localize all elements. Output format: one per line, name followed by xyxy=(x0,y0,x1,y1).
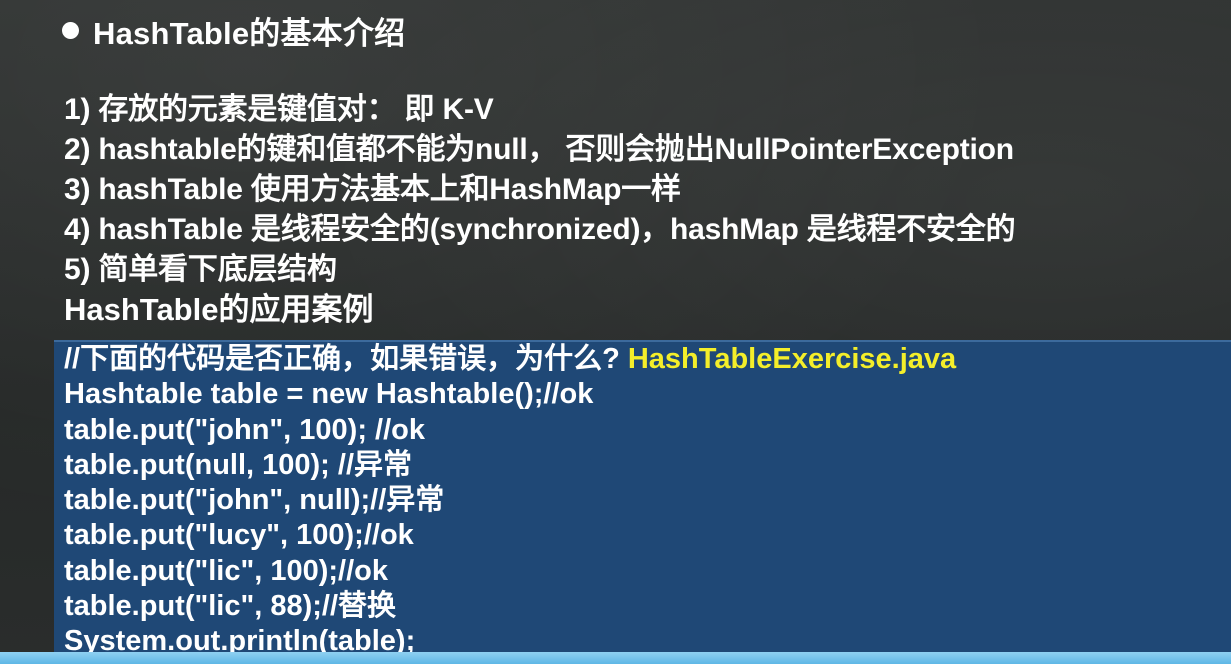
feature-item: 1) 存放的元素是键值对： 即 K-V xyxy=(64,93,494,126)
code-line: Hashtable table = new Hashtable();//ok xyxy=(64,378,594,411)
code-comment: //下面的代码是否正确，如果错误，为什么? xyxy=(64,343,620,375)
code-filename: HashTableExercise.java xyxy=(627,343,957,375)
code-line: System.out.println(table); xyxy=(64,625,416,654)
code-comment-line: //下面的代码是否正确，如果错误，为什么? HashTableExercise.j… xyxy=(54,342,1231,377)
code-line: table.put("lucy", 100);//ok xyxy=(64,519,414,552)
feature-item: 3) hashTable 使用方法基本上和HashMap一样 xyxy=(64,173,681,206)
feature-item: 4) hashTable 是线程安全的(synchronized)，hashMa… xyxy=(64,213,1016,246)
slide-title-text: HashTable的基本介绍 xyxy=(93,15,406,51)
section-heading: HashTable的应用案例 xyxy=(64,292,374,327)
code-line: table.put("john", null);//异常 xyxy=(64,484,445,517)
code-line: table.put("lic", 100);//ok xyxy=(64,554,388,587)
code-line: table.put(null, 100); //异常 xyxy=(64,448,413,481)
bottom-progress-bar xyxy=(0,652,1231,664)
code-panel: //下面的代码是否正确，如果错误，为什么? HashTableExercise.j… xyxy=(54,340,1231,654)
slide-title: HashTable的基本介绍 xyxy=(62,10,406,51)
feature-item: 2) hashtable的键和值都不能为null， 否则会抛出NullPoint… xyxy=(64,133,1014,166)
feature-item: 5) 简单看下底层结构 xyxy=(64,253,337,286)
feature-list: 1) 存放的元素是键值对： 即 K-V 2) hashtable的键和值都不能为… xyxy=(64,90,1016,290)
code-line: table.put("lic", 88);//替换 xyxy=(64,590,397,623)
code-line: table.put("john", 100); //ok xyxy=(64,413,426,446)
bullet-dot-icon xyxy=(62,21,79,39)
